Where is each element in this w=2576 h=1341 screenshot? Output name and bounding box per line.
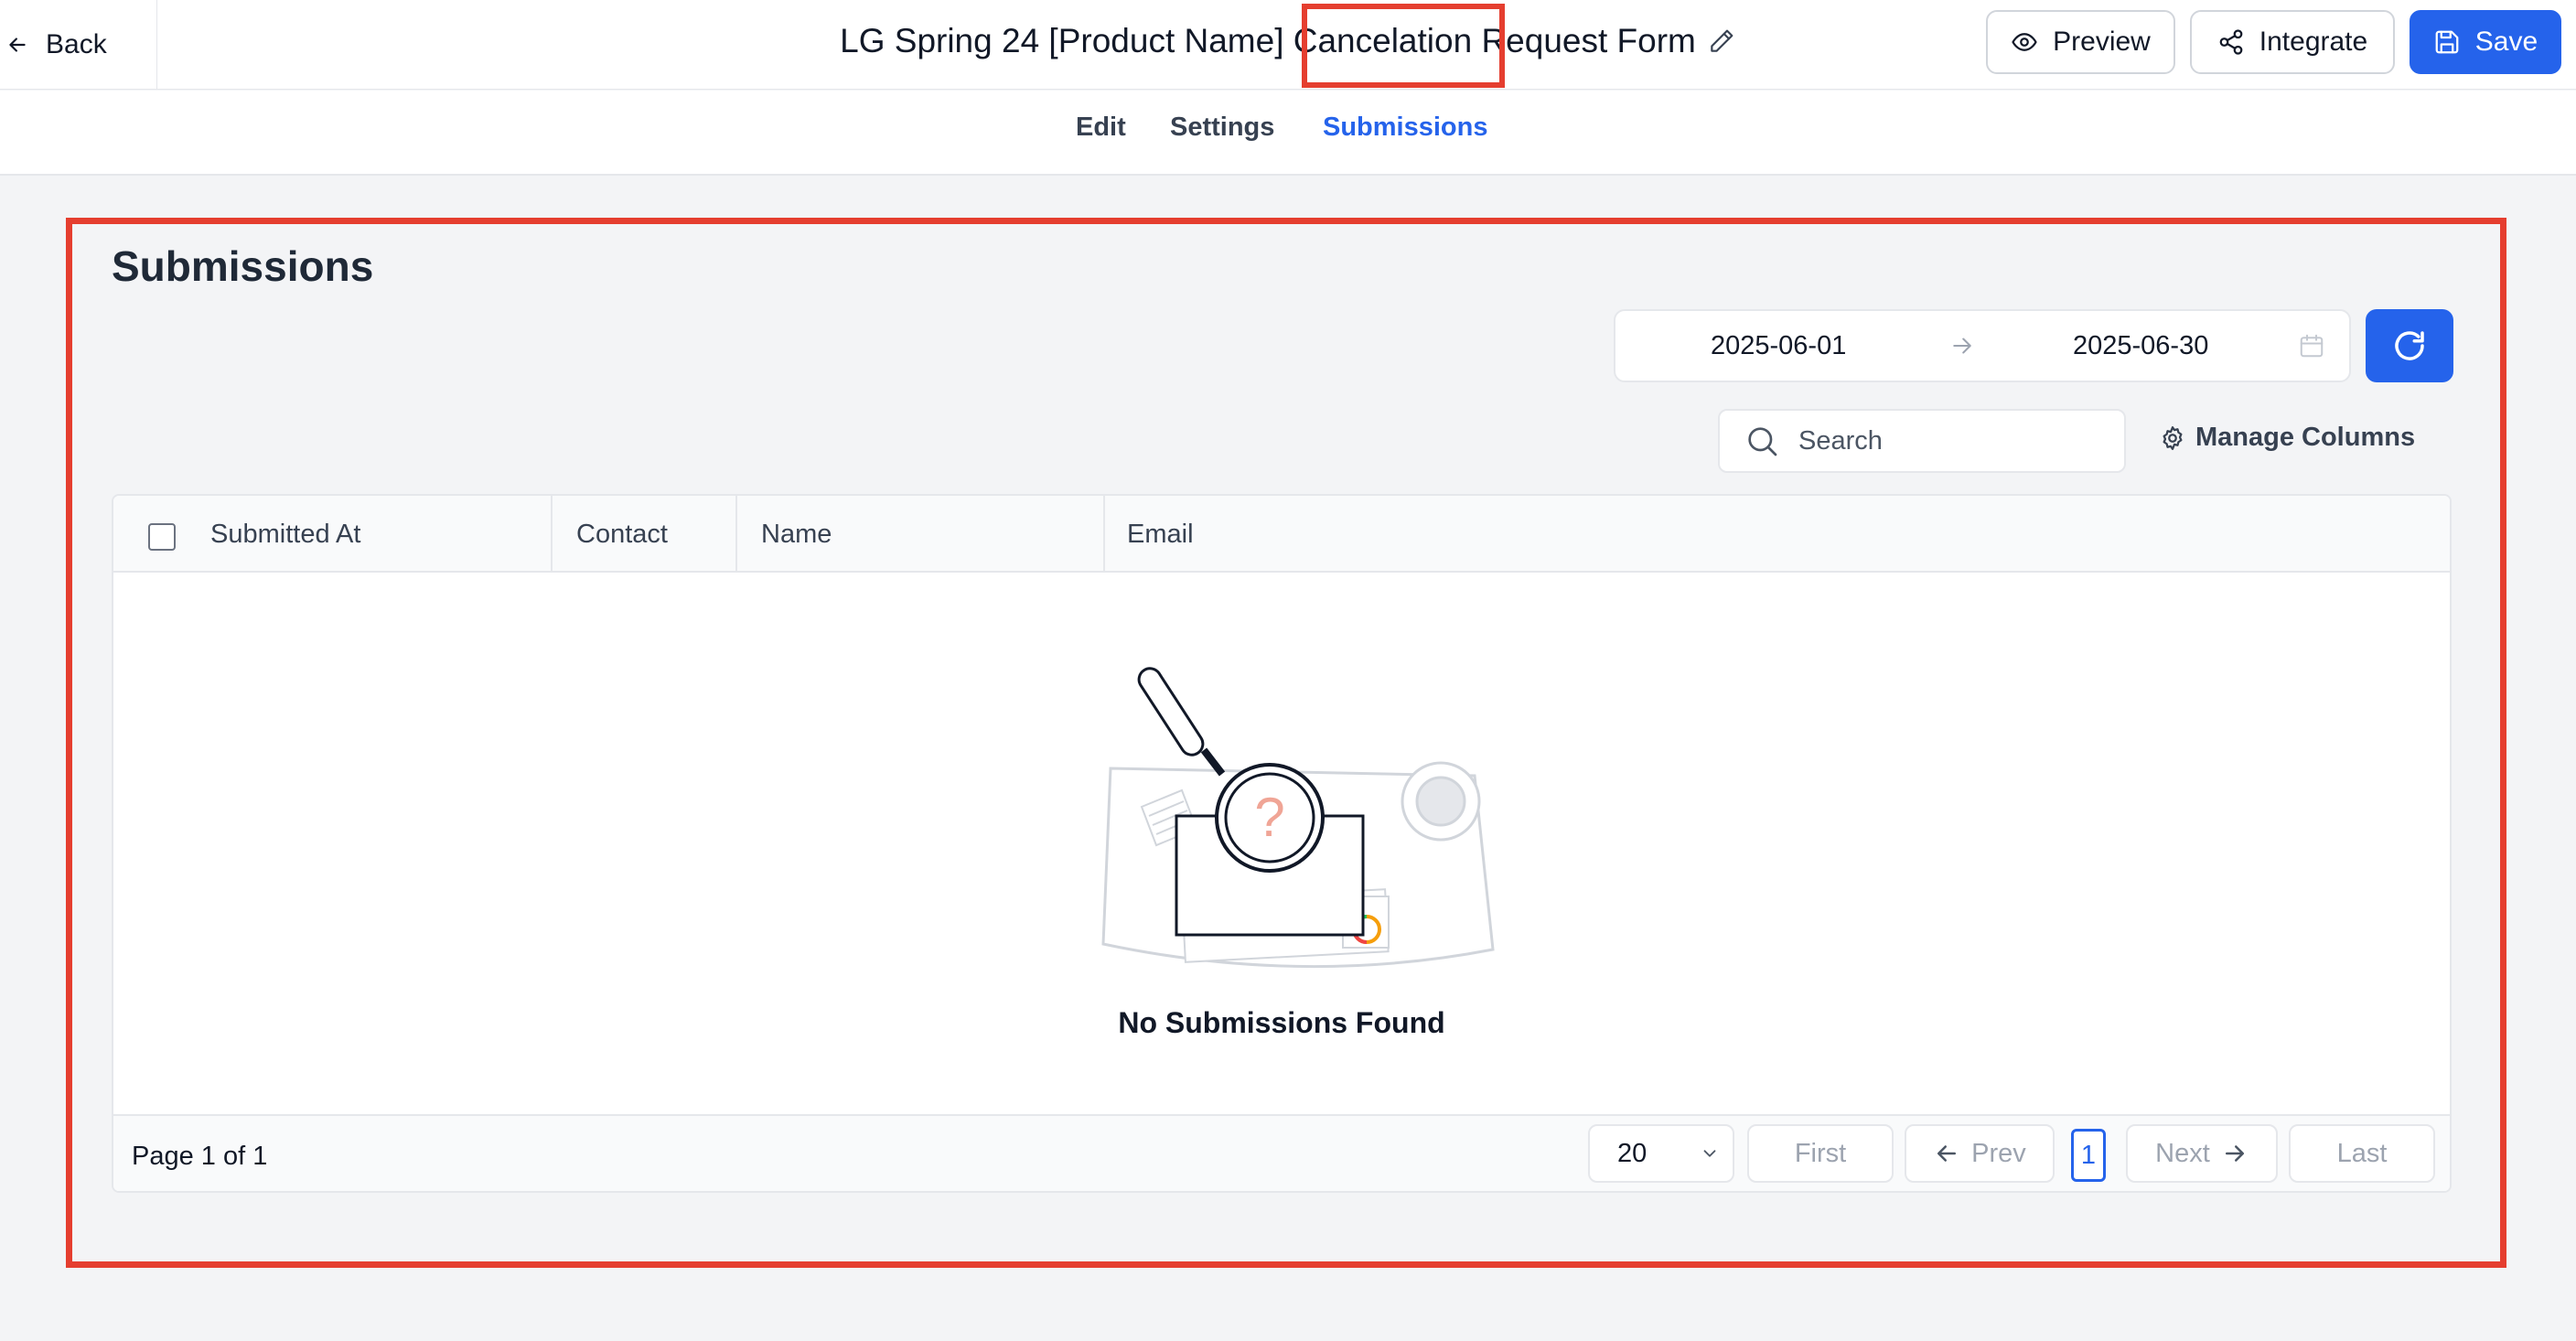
svg-text:?: ?	[1254, 787, 1284, 848]
search-box[interactable]	[1718, 409, 2126, 473]
select-all-checkbox[interactable]	[148, 523, 176, 551]
date-from[interactable]: 2025-06-01	[1711, 331, 1846, 361]
integrate-button[interactable]: Integrate	[2190, 10, 2395, 74]
column-divider	[1103, 496, 1105, 573]
column-header-contact[interactable]: Contact	[576, 496, 668, 573]
gear-icon	[2163, 425, 2183, 450]
pencil-icon[interactable]	[1707, 27, 1736, 56]
integrate-label: Integrate	[2259, 27, 2368, 57]
empty-state-illustration: ?	[1101, 667, 1495, 969]
page-info: Page 1 of 1	[132, 1142, 268, 1171]
header-actions: Preview Integrate Save	[1986, 10, 2561, 74]
tab-highlight-box	[1302, 4, 1505, 88]
manage-columns-label: Manage Columns	[2195, 423, 2416, 452]
floppy-disk-icon	[2435, 30, 2459, 54]
column-header-name[interactable]: Name	[761, 496, 832, 573]
pagination-bar: Page 1 of 1 20 First Prev 1 Next Last	[113, 1114, 2450, 1191]
save-button[interactable]: Save	[2410, 10, 2561, 74]
submissions-table: Submitted At Contact Name Email ? No Sub…	[112, 494, 2452, 1193]
search-input[interactable]	[1798, 425, 2091, 456]
calendar-icon	[2300, 334, 2324, 358]
last-page-button[interactable]: Last	[2289, 1124, 2435, 1183]
next-page-button[interactable]: Next	[2126, 1124, 2278, 1183]
manage-columns-button[interactable]: Manage Columns	[2159, 423, 2415, 453]
prev-page-label: Prev	[1971, 1138, 2026, 1168]
eye-icon	[2012, 33, 2037, 51]
arrow-right-icon	[2225, 1145, 2244, 1162]
tab-bar: Edit Settings Submissions	[0, 91, 2576, 176]
page-number-current[interactable]: 1	[2071, 1129, 2106, 1182]
top-bar: Back LG Spring 24 [Product Name] Cancela…	[0, 0, 2576, 90]
next-page-label: Next	[2155, 1138, 2210, 1168]
date-to[interactable]: 2025-06-30	[2073, 331, 2208, 361]
last-page-label: Last	[2336, 1138, 2388, 1168]
share-icon	[2219, 29, 2243, 55]
preview-button[interactable]: Preview	[1986, 10, 2175, 74]
first-page-button[interactable]: First	[1747, 1124, 1894, 1183]
column-divider	[735, 496, 737, 573]
chevron-down-icon	[1703, 1150, 1716, 1157]
column-divider	[551, 496, 553, 573]
arrow-right-icon	[1953, 338, 1971, 354]
refresh-button[interactable]	[2366, 309, 2453, 382]
column-header-submitted-at[interactable]: Submitted At	[210, 496, 360, 573]
tab-settings[interactable]: Settings	[1170, 113, 1274, 143]
page-size-value: 20	[1617, 1138, 1648, 1168]
preview-label: Preview	[2053, 27, 2151, 57]
search-icon	[1748, 427, 1777, 456]
tab-edit[interactable]: Edit	[1076, 113, 1126, 143]
save-label: Save	[2474, 27, 2538, 57]
form-title: LG Spring 24 [Product Name] Cancelation …	[840, 22, 1696, 59]
tab-submissions[interactable]: Submissions	[1323, 113, 1488, 143]
arrow-left-icon	[1937, 1145, 1957, 1162]
page-title: Submissions	[112, 242, 374, 290]
column-header-email[interactable]: Email	[1127, 496, 1194, 573]
page-size-select[interactable]: 20	[1588, 1124, 1734, 1183]
prev-page-button[interactable]: Prev	[1905, 1124, 2055, 1183]
refresh-icon	[2395, 331, 2424, 360]
empty-state-message: No Submissions Found	[1118, 1006, 1445, 1039]
date-range-picker[interactable]: 2025-06-01 2025-06-30	[1614, 309, 2351, 382]
table-header: Submitted At Contact Name Email	[113, 496, 2450, 573]
first-page-label: First	[1794, 1138, 1847, 1168]
